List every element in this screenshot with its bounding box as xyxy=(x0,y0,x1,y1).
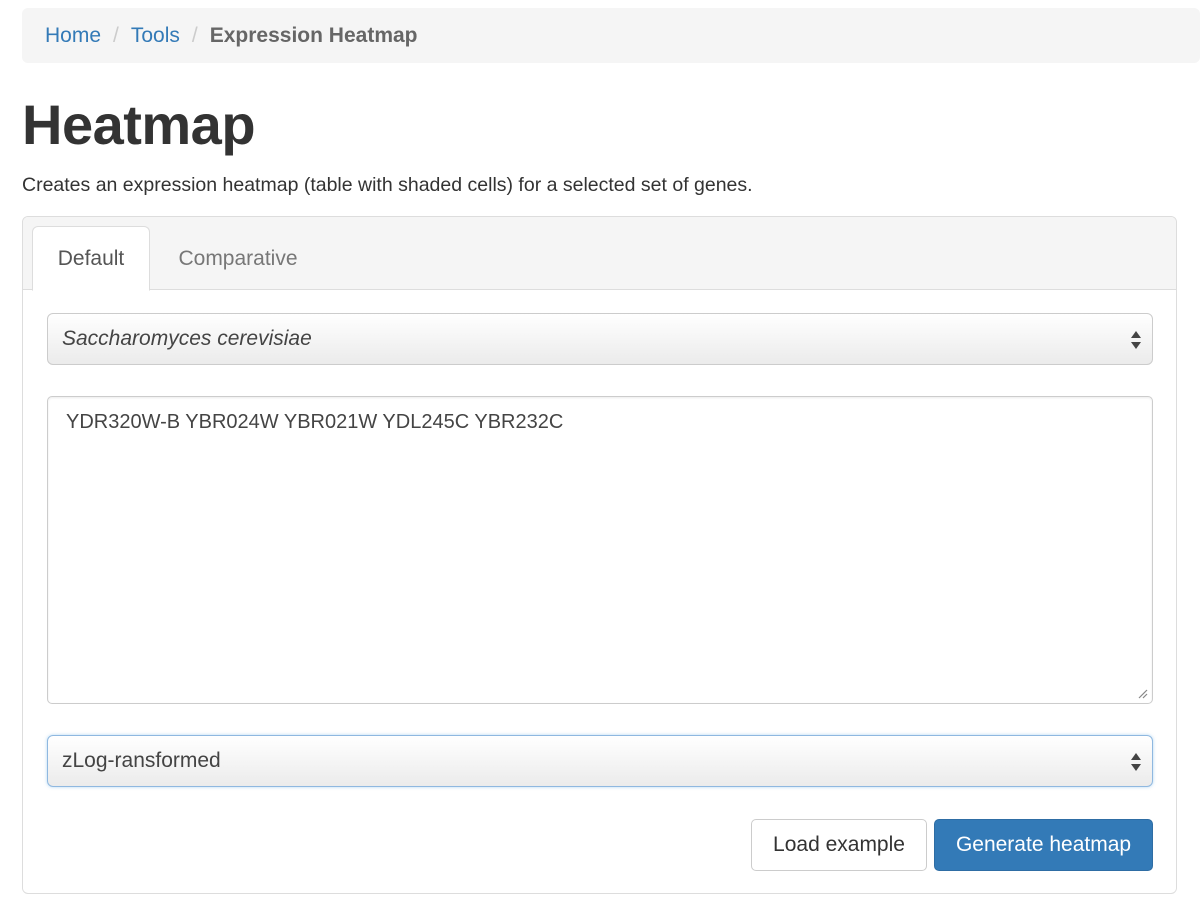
gene-list-textarea[interactable]: YDR320W-B YBR024W YBR021W YDL245C YBR232… xyxy=(47,396,1153,704)
breadcrumb-separator: / xyxy=(113,23,119,47)
breadcrumb-home-link[interactable]: Home xyxy=(45,24,101,48)
generate-heatmap-button[interactable]: Generate heatmap xyxy=(934,819,1153,871)
page-description: Creates an expression heatmap (table wit… xyxy=(22,174,753,196)
resize-grip-icon[interactable] xyxy=(1136,687,1148,699)
updown-arrows-icon xyxy=(1131,753,1141,771)
tab-bar: Default Comparative xyxy=(23,217,1176,291)
breadcrumb-current: Expression Heatmap xyxy=(209,23,418,47)
transform-select[interactable]: zLog-ransformed xyxy=(47,735,1153,787)
breadcrumb-tools-link[interactable]: Tools xyxy=(131,24,180,48)
heatmap-form-panel: Default Comparative Saccharomyces cerevi… xyxy=(22,216,1177,894)
updown-arrows-icon xyxy=(1131,331,1141,349)
page-title: Heatmap xyxy=(22,93,256,156)
load-example-button[interactable]: Load example xyxy=(751,819,927,871)
species-select-value: Saccharomyces cerevisiae xyxy=(62,327,312,350)
breadcrumb: Home / Tools / Expression Heatmap xyxy=(22,8,1200,63)
gene-list-value: YDR320W-B YBR024W YBR021W YDL245C YBR232… xyxy=(66,411,564,433)
tab-comparative[interactable]: Comparative xyxy=(163,226,313,291)
tab-default[interactable]: Default xyxy=(32,226,150,291)
species-select[interactable]: Saccharomyces cerevisiae xyxy=(47,313,1153,365)
breadcrumb-separator: / xyxy=(191,23,198,47)
transform-select-value: zLog-ransformed xyxy=(62,749,221,772)
